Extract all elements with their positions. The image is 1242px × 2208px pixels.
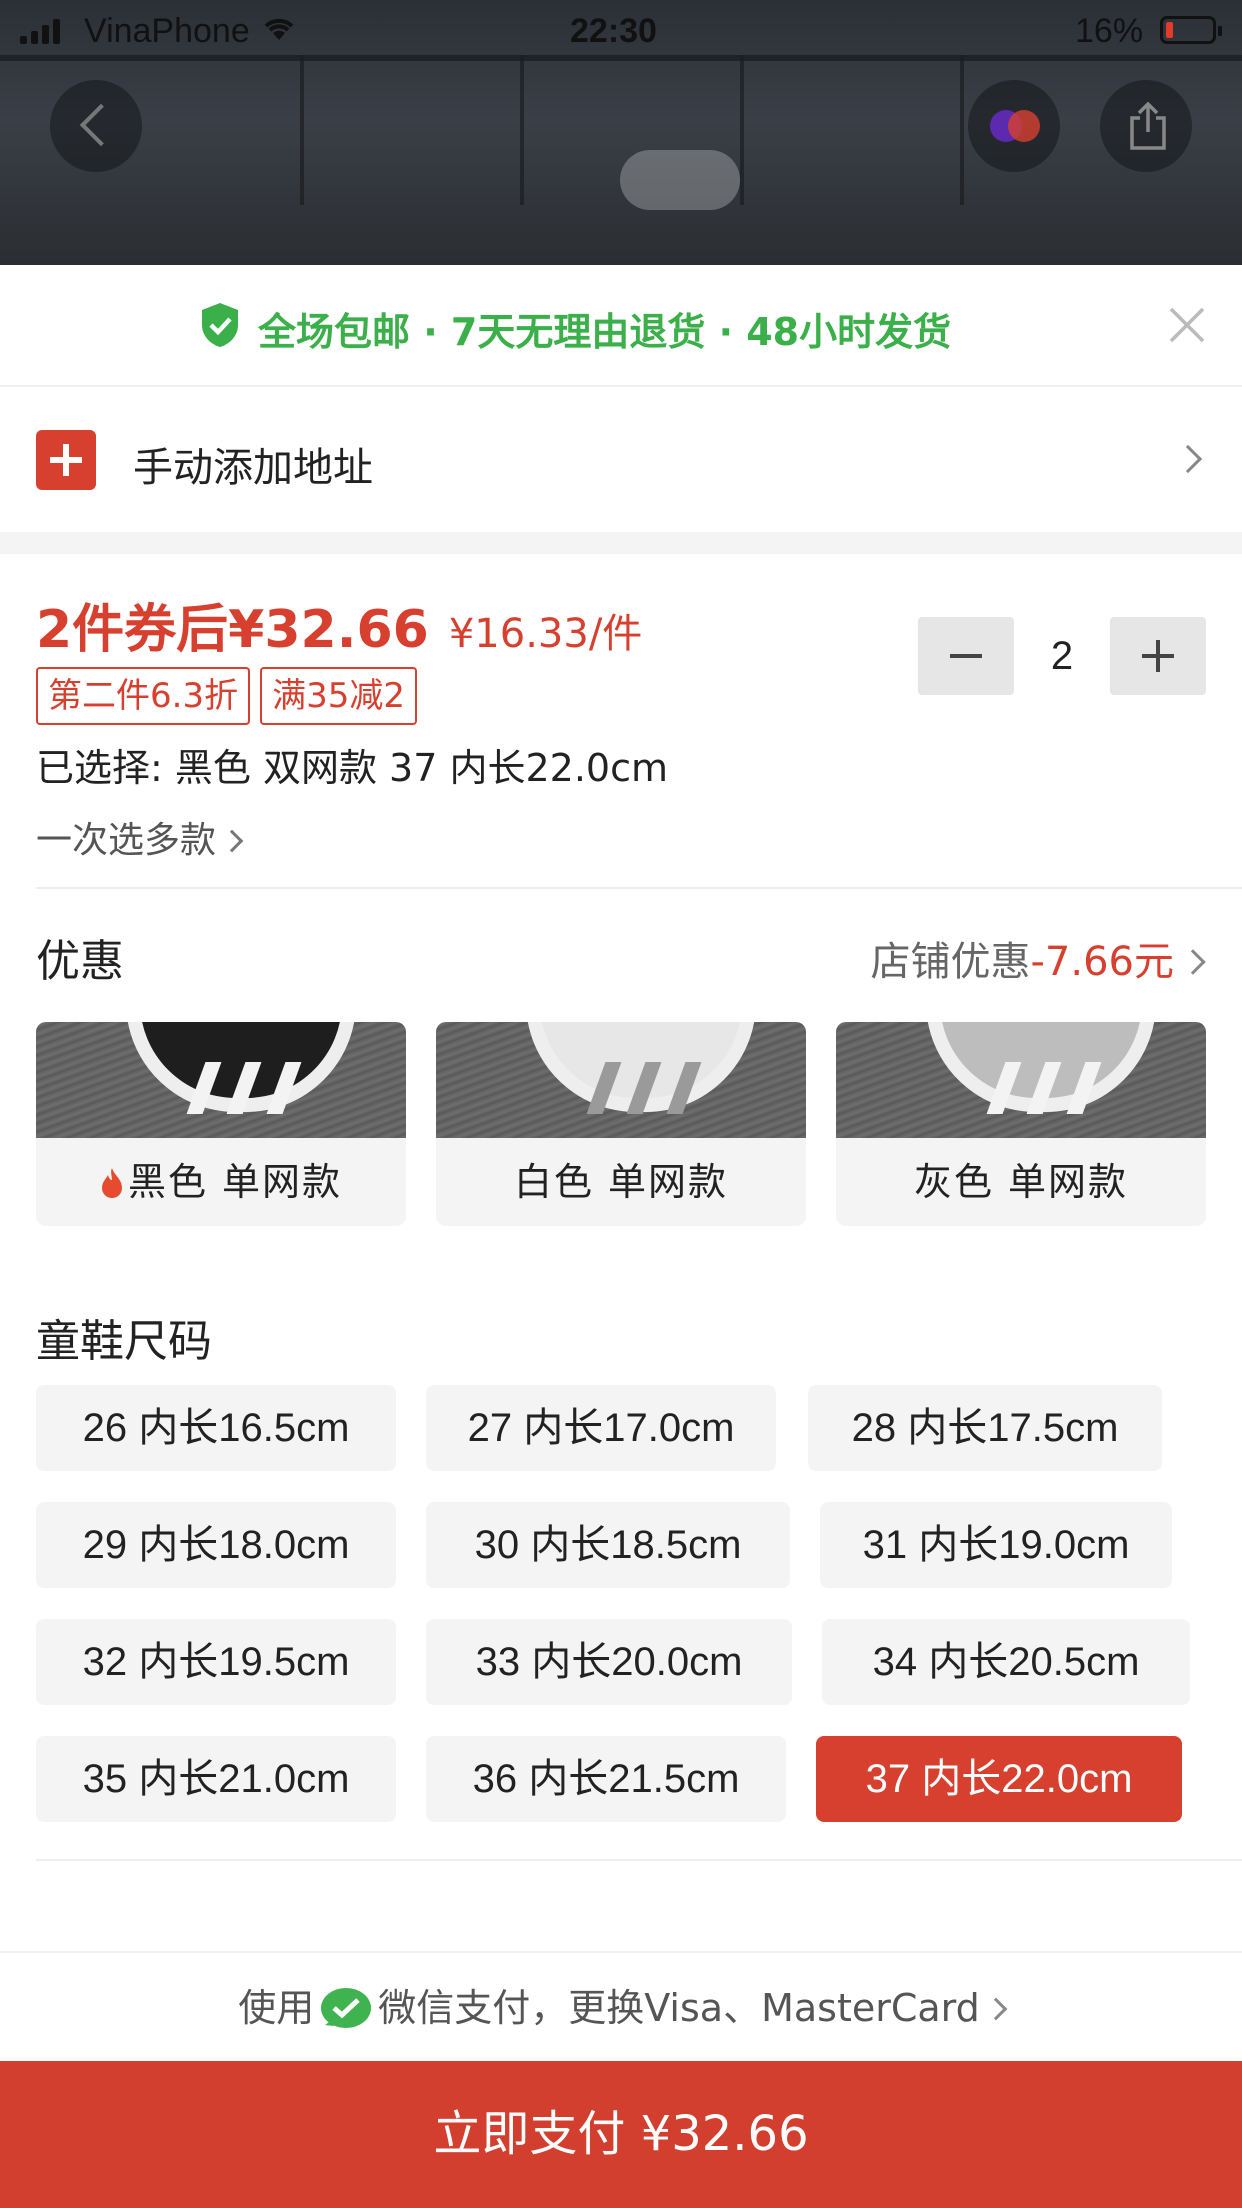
battery-percent: 16% bbox=[1075, 12, 1144, 50]
carrier-name: VinaPhone bbox=[84, 12, 250, 50]
chevron-left-icon bbox=[79, 103, 123, 147]
promo-tags: 第二件6.3折 满35减2 bbox=[36, 667, 427, 725]
size-option[interactable]: 28 内长17.5cm bbox=[808, 1385, 1162, 1471]
promo-tag: 第二件6.3折 bbox=[36, 667, 251, 725]
clock: 22:30 bbox=[570, 12, 657, 50]
color-options: 黑色 单网款 白色 单网款 灰色 单网款 bbox=[36, 1022, 1206, 1226]
size-option[interactable]: 27 内长17.0cm bbox=[426, 1385, 776, 1471]
chevron-right-icon bbox=[1180, 949, 1206, 975]
payment-prefix: 使用 bbox=[238, 1986, 315, 2030]
color-label-text: 黑色 单网款 bbox=[127, 1160, 343, 1204]
payment-method: 微信支付，更换Visa、MasterCard bbox=[378, 1986, 980, 2030]
color-option-black[interactable]: 黑色 单网款 bbox=[36, 1022, 406, 1226]
product-image-backdrop: VinaPhone 22:30 16% bbox=[0, 0, 1242, 265]
wechat-pay-icon bbox=[321, 1988, 372, 2028]
color-option-gray[interactable]: 灰色 单网款 bbox=[836, 1022, 1206, 1226]
signal-icon bbox=[20, 18, 70, 44]
size-option[interactable]: 26 内长16.5cm bbox=[36, 1385, 396, 1471]
color-label: 灰色 单网款 bbox=[836, 1138, 1206, 1226]
increase-quantity-button[interactable] bbox=[1110, 617, 1206, 695]
store-discount-amount: -7.66元 bbox=[1030, 939, 1175, 985]
size-option[interactable]: 33 内长20.0cm bbox=[426, 1619, 792, 1705]
brand-button[interactable] bbox=[968, 80, 1060, 172]
shield-check-icon bbox=[202, 303, 238, 347]
image-bar bbox=[960, 55, 964, 205]
decrease-quantity-button[interactable] bbox=[918, 617, 1014, 695]
share-icon bbox=[1128, 101, 1168, 150]
color-label: 黑色 单网款 bbox=[36, 1138, 406, 1226]
chevron-right-icon bbox=[220, 829, 244, 853]
size-option[interactable]: 35 内长21.0cm bbox=[36, 1736, 396, 1822]
color-option-white[interactable]: 白色 单网款 bbox=[436, 1022, 806, 1226]
selected-variant: 已选择: 黑色 双网款 37 内长22.0cm bbox=[36, 746, 668, 790]
close-icon[interactable] bbox=[1165, 303, 1209, 347]
brand-logo-icon bbox=[990, 110, 1040, 142]
size-option[interactable]: 36 内长21.5cm bbox=[426, 1736, 786, 1822]
image-shoe bbox=[620, 150, 740, 210]
plus-icon bbox=[36, 430, 96, 490]
size-option[interactable]: 31 内长19.0cm bbox=[820, 1502, 1172, 1588]
coupon-price: 2件券后¥32.66 bbox=[36, 600, 429, 660]
chevron-right-icon bbox=[984, 1997, 1008, 2021]
wifi-icon bbox=[262, 16, 296, 50]
image-bar bbox=[740, 55, 744, 205]
color-label-text: 白色 单网款 bbox=[513, 1160, 729, 1204]
size-section-title: 童鞋尺码 bbox=[36, 1316, 212, 1367]
share-button[interactable] bbox=[1100, 80, 1192, 172]
payment-method-row[interactable]: 使用 微信支付，更换Visa、MasterCard bbox=[0, 1951, 1242, 2061]
size-option[interactable]: 34 内长20.5cm bbox=[822, 1619, 1190, 1705]
quantity-stepper: 2 bbox=[918, 617, 1206, 695]
image-bar bbox=[300, 55, 304, 205]
multi-select-link[interactable]: 一次选多款 bbox=[36, 811, 244, 863]
carrier: VinaPhone bbox=[20, 12, 296, 51]
discount-title: 优惠 bbox=[36, 936, 124, 987]
unit-price: ¥16.33/件 bbox=[448, 611, 643, 657]
back-button[interactable] bbox=[50, 80, 142, 172]
battery-icon bbox=[1160, 16, 1222, 44]
promo-banner: 全场包邮 · 7天无理由退货 · 48小时发货 bbox=[0, 265, 1242, 387]
section-gap bbox=[0, 532, 1242, 554]
color-label-text: 灰色 单网款 bbox=[913, 1160, 1129, 1204]
size-option-selected[interactable]: 37 内长22.0cm bbox=[816, 1736, 1182, 1822]
purchase-sheet: 全场包邮 · 7天无理由退货 · 48小时发货 手动添加地址 2件券后¥32.6… bbox=[0, 265, 1242, 2208]
color-thumbnail bbox=[836, 1022, 1206, 1138]
price-row: 2件券后¥32.66 ¥16.33/件 bbox=[36, 587, 642, 662]
image-bar bbox=[520, 55, 524, 205]
status-bar: VinaPhone 22:30 16% bbox=[0, 0, 1242, 60]
color-label: 白色 单网款 bbox=[436, 1138, 806, 1226]
color-thumbnail bbox=[36, 1022, 406, 1138]
add-address-label: 手动添加地址 bbox=[133, 445, 373, 491]
size-option[interactable]: 32 内长19.5cm bbox=[36, 1619, 396, 1705]
multi-select-label: 一次选多款 bbox=[36, 820, 217, 861]
promo-text: 全场包邮 · 7天无理由退货 · 48小时发货 bbox=[258, 310, 952, 354]
size-option[interactable]: 30 内长18.5cm bbox=[426, 1502, 790, 1588]
divider bbox=[36, 1859, 1242, 1861]
promo-tag: 满35减2 bbox=[260, 667, 417, 725]
store-discount-label: 店铺优惠 bbox=[870, 939, 1031, 985]
color-thumbnail bbox=[436, 1022, 806, 1138]
size-option[interactable]: 29 内长18.0cm bbox=[36, 1502, 396, 1588]
add-address-row[interactable]: 手动添加地址 bbox=[0, 387, 1242, 532]
pay-now-button[interactable]: 立即支付 ¥32.66 bbox=[0, 2061, 1242, 2208]
quantity-value: 2 bbox=[1050, 634, 1074, 678]
flame-icon bbox=[101, 1168, 122, 1198]
store-discount-link[interactable]: 店铺优惠-7.66元 bbox=[870, 929, 1206, 987]
chevron-right-icon bbox=[1173, 444, 1203, 474]
divider bbox=[36, 887, 1242, 889]
